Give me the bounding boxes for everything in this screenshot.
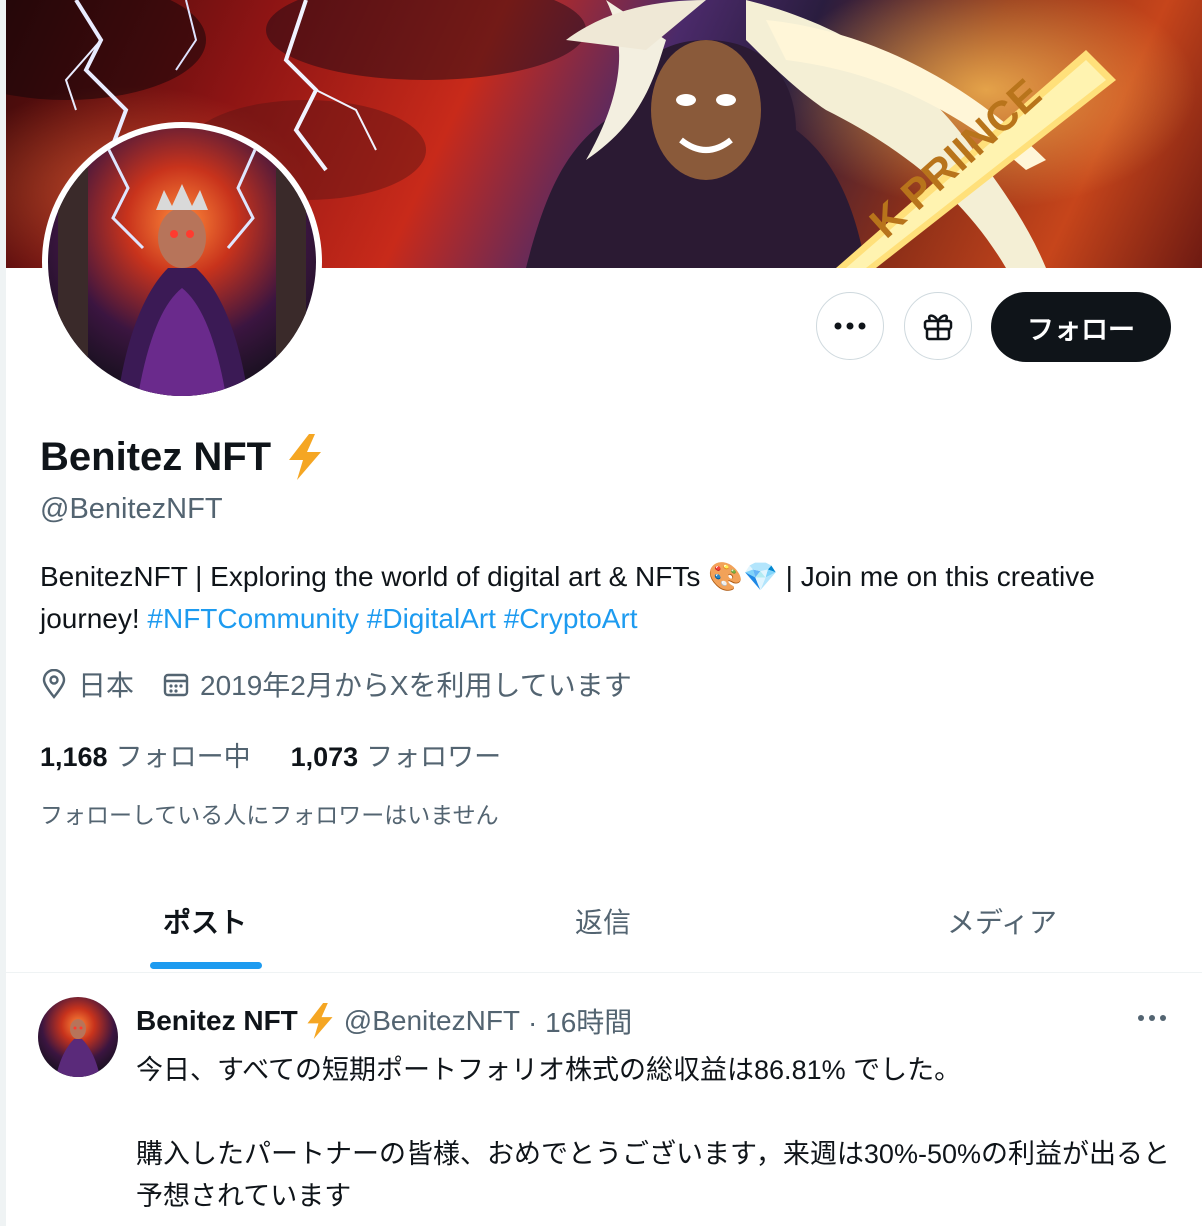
profile-tabs: ポスト 返信 メディア [6,870,1202,973]
location-text: 日本 [78,670,135,701]
post-avatar[interactable] [38,997,118,1077]
post-author-handle[interactable]: @BenitezNFT [344,1005,520,1037]
follow-button[interactable]: フォロー [991,292,1171,362]
tip-button[interactable] [904,292,972,360]
mutual-followers-note: フォローしている人にフォロワーはいません [40,802,499,828]
post-more-button[interactable] [1132,1003,1172,1033]
post-time[interactable]: · 16時間 [528,1001,632,1041]
gift-icon [923,314,953,341]
display-name: Benitez NFT [40,434,325,480]
post-item[interactable]: Benitez NFT @BenitezNFT · 16時間 今日、すべての短期… [6,973,1202,1226]
active-tab-indicator [150,962,262,969]
location-item: 日本 [40,664,134,704]
followers-label: フォロワー [366,742,502,772]
calendar-icon [163,673,189,697]
avatar-image [48,128,316,396]
tab-media[interactable]: メディア [802,870,1202,971]
lightning-emoji-icon [307,1003,333,1039]
post-header: Benitez NFT @BenitezNFT · 16時間 [136,1001,632,1041]
profile-handle: @BenitezNFT [40,493,223,525]
followers-count: 1,073 [290,742,359,772]
post-author-name[interactable]: Benitez NFT [136,1005,298,1037]
hashtag-cryptoart[interactable]: #CryptoArt [504,603,638,634]
hashtag-nftcommunity[interactable]: #NFTCommunity [147,603,359,634]
following-count: 1,168 [40,742,108,772]
more-horizontal-icon [1138,1015,1166,1021]
profile-bio: BenitezNFT | Exploring the world of digi… [40,556,1140,640]
location-pin-icon [42,669,66,699]
followers-link[interactable]: 1,073 フォロワー [291,735,502,774]
joined-text: 2019年2月からXを利用しています [200,670,632,701]
following-link[interactable]: 1,168 フォロー中 [40,735,251,774]
more-horizontal-icon [834,322,866,330]
profile-avatar[interactable] [42,122,322,402]
post-text: 今日、すべての短期ポートフォリオ株式の総収益は86.81% でした。 購入したパ… [136,1055,1170,1211]
more-options-button[interactable] [816,292,884,360]
profile-meta: 日本 2019年2月からXを利用しています [40,664,660,704]
profile-page: K PRIINCE フォロー Benitez NFT @BenitezNFT B… [6,0,1202,1226]
tab-posts[interactable]: ポスト [6,870,404,971]
hashtag-digitalart[interactable]: #DigitalArt [367,603,496,634]
lightning-emoji-icon [289,434,322,480]
following-label: フォロー中 [115,742,251,772]
follow-counts: 1,168 フォロー中 1,073 フォロワー [40,735,541,774]
joined-item: 2019年2月からXを利用しています [162,664,632,704]
tab-replies[interactable]: 返信 [404,870,802,971]
display-name-text: Benitez NFT [40,434,272,479]
